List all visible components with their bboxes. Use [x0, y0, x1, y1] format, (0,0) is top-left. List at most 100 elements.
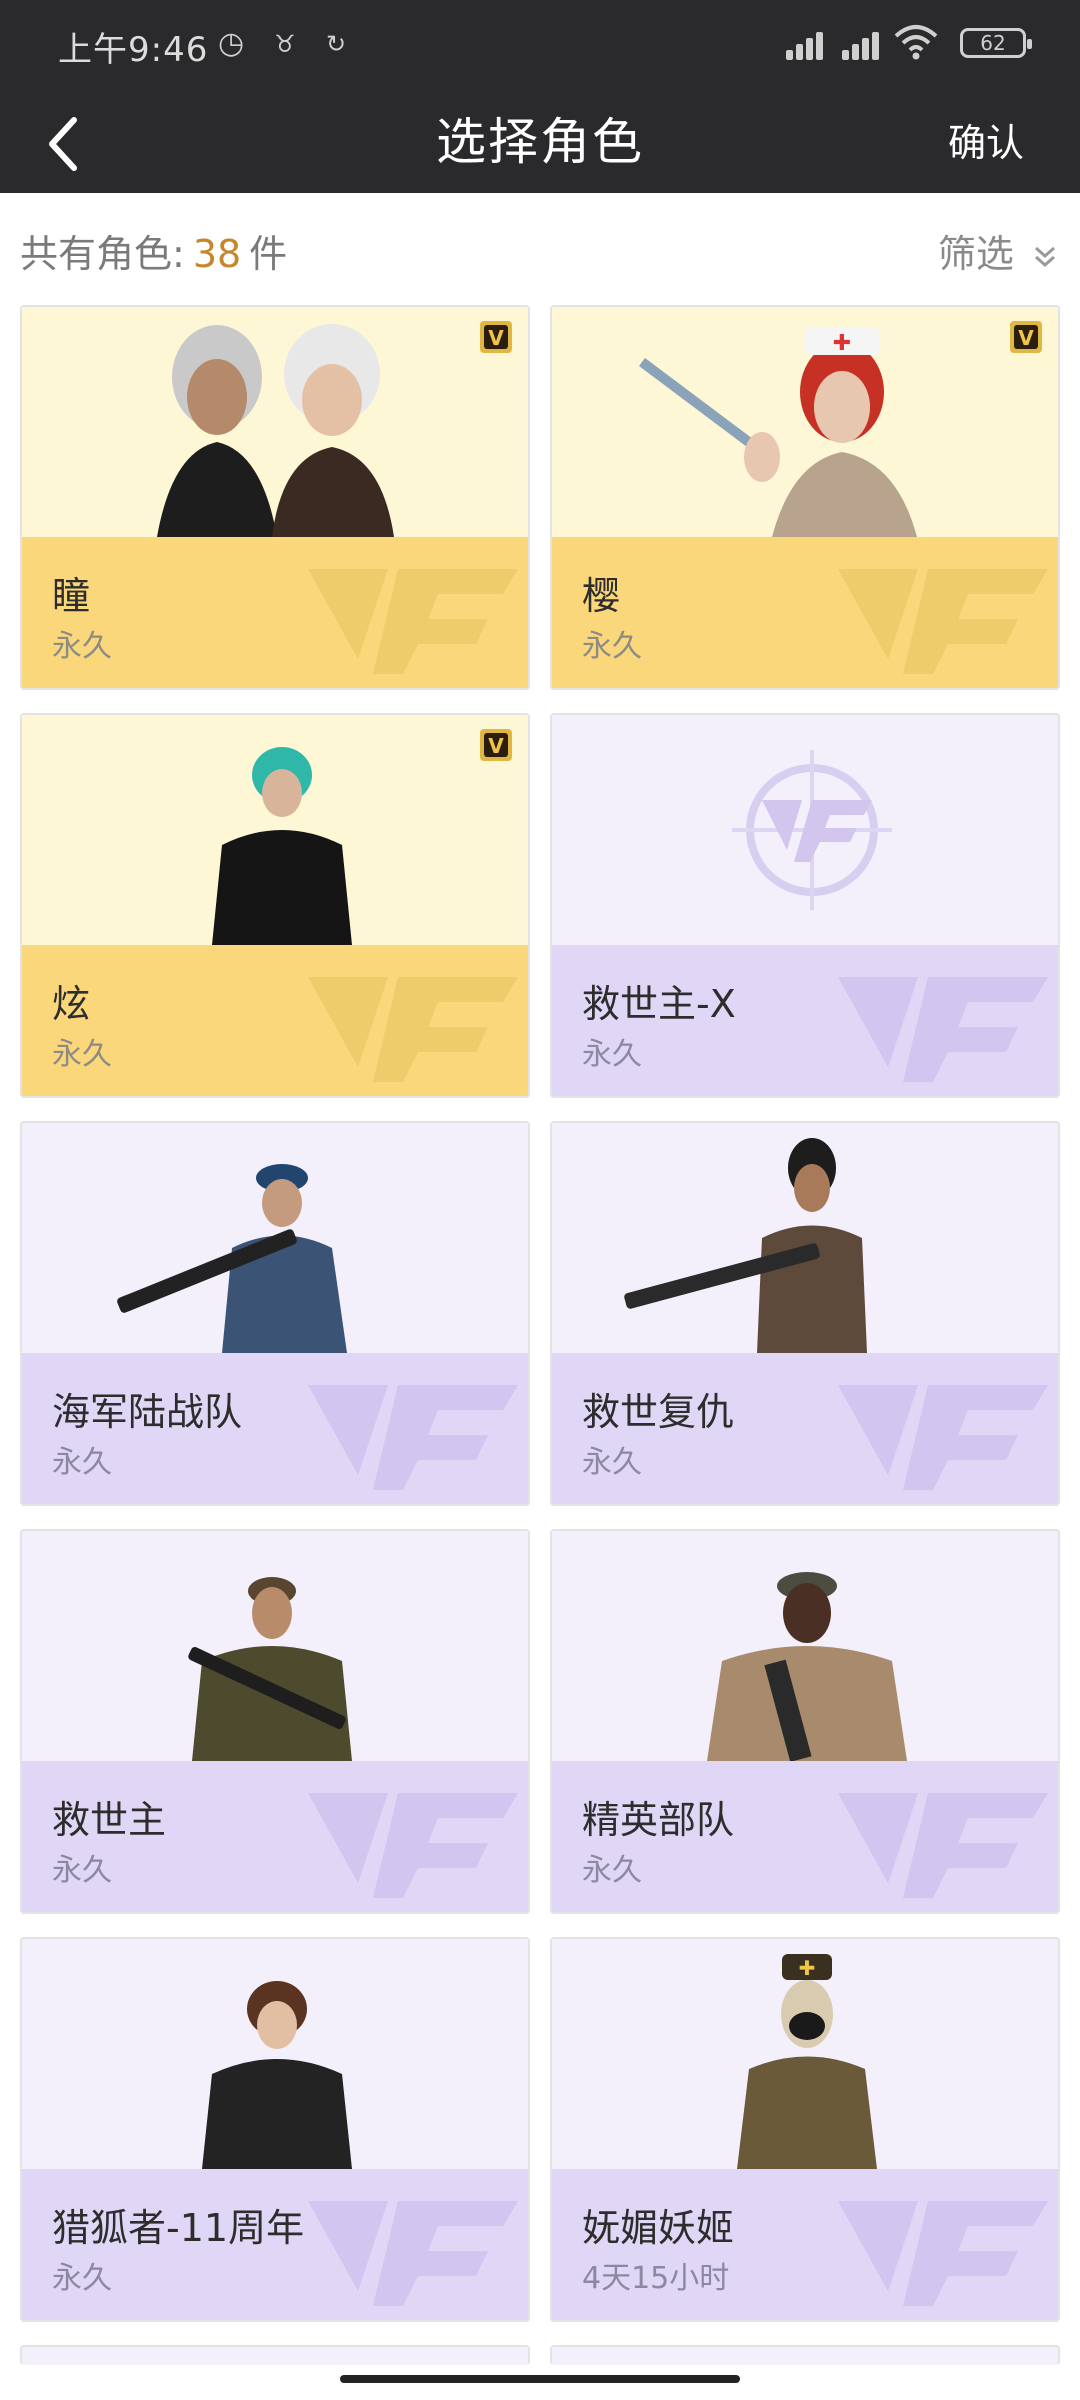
count-unit: 件 [249, 232, 288, 276]
role-card[interactable]: ✚ V 樱 永久 [550, 305, 1060, 690]
role-portrait [552, 2347, 1058, 2365]
role-info: 瞳 永久 [22, 537, 528, 688]
role-portrait [552, 1123, 1058, 1353]
role-portrait [552, 1531, 1058, 1761]
vip-badge-icon: V [480, 729, 512, 761]
svg-text:✚: ✚ [833, 331, 851, 356]
role-duration: 永久 [52, 1445, 112, 1480]
confirm-button[interactable]: 确认 [948, 112, 1024, 167]
home-indicator[interactable] [340, 2375, 740, 2383]
role-portrait: V [22, 715, 528, 945]
role-info: 海军陆战队 永久 [22, 1353, 528, 1504]
role-duration: 永久 [582, 1037, 642, 1072]
svg-text:V: V [488, 326, 504, 350]
notification-icon: ♉ [274, 30, 296, 58]
character-illustration [212, 747, 352, 945]
sync-icon: ↻ [326, 30, 347, 58]
role-name: 救世主-X [582, 982, 736, 1026]
role-card[interactable]: 精英部队 永久 [550, 1529, 1060, 1914]
role-name: 海军陆战队 [52, 1390, 243, 1434]
role-card[interactable]: V 瞳 永久 [20, 305, 530, 690]
character-illustration [157, 324, 394, 537]
role-card[interactable]: 救世主-X 永久 [550, 713, 1060, 1098]
role-card[interactable]: ✚ 妩媚妖姬 4天15小时 [550, 1937, 1060, 2322]
role-portrait: V [22, 307, 528, 537]
alarm-icon: ◷ [218, 26, 245, 61]
role-portrait: ✚ V [552, 307, 1058, 537]
role-duration: 永久 [582, 629, 642, 664]
svg-text:✚: ✚ [799, 1956, 816, 1980]
role-card-partial[interactable] [20, 2345, 530, 2365]
filter-label: 筛选 [937, 232, 1014, 276]
cf-emblem-placeholder-icon [732, 750, 892, 910]
filter-button[interactable]: 筛选 [938, 223, 1058, 278]
signal-icon [786, 30, 836, 60]
role-duration: 4天15小时 [582, 2261, 730, 2296]
role-portrait: ✚ [552, 1939, 1058, 2169]
role-count: 共有角色: 38 件 [20, 223, 287, 278]
role-name: 猎狐者-11周年 [52, 2206, 305, 2250]
role-info: 樱 永久 [552, 537, 1058, 688]
role-duration: 永久 [582, 1445, 642, 1480]
cf-watermark-icon [308, 1793, 518, 1898]
role-card[interactable]: 救世复仇 永久 [550, 1121, 1060, 1506]
character-illustration: ✚ [639, 327, 917, 537]
role-card[interactable]: V 炫 永久 [20, 713, 530, 1098]
signal-icon [842, 30, 892, 60]
role-portrait [22, 1939, 528, 2169]
role-portrait [552, 715, 1058, 945]
battery-indicator: 62 [960, 28, 1032, 58]
cf-watermark-icon [838, 2201, 1048, 2306]
role-duration: 永久 [582, 1853, 642, 1888]
wifi-icon [894, 25, 938, 60]
page-title: 选择角色 [436, 113, 644, 171]
role-duration: 永久 [52, 629, 112, 664]
role-card[interactable]: 海军陆战队 永久 [20, 1121, 530, 1506]
cf-watermark-icon [838, 569, 1048, 674]
role-duration: 永久 [52, 1037, 112, 1072]
role-portrait [22, 2347, 528, 2365]
cf-watermark-icon [308, 2201, 518, 2306]
role-name: 救世复仇 [582, 1390, 735, 1434]
role-portrait [22, 1531, 528, 1761]
role-duration: 永久 [52, 1853, 112, 1888]
role-name: 妩媚妖姬 [582, 2206, 735, 2250]
character-illustration [188, 1577, 352, 1761]
count-prefix: 共有角色: [20, 232, 185, 276]
status-bar: 上午9:46 ◷ ♉ ↻ 62 [0, 0, 1080, 90]
role-card[interactable]: 救世主 永久 [20, 1529, 530, 1914]
role-info: 救世主 永久 [22, 1761, 528, 1912]
role-info: 救世复仇 永久 [552, 1353, 1058, 1504]
role-name: 精英部队 [582, 1798, 735, 1842]
filter-chevron-icon [1035, 246, 1055, 267]
role-info: 救世主-X 永久 [552, 945, 1058, 1096]
role-name: 炫 [52, 982, 91, 1026]
vip-badge-icon: V [1010, 321, 1042, 353]
role-info: 炫 永久 [22, 945, 528, 1096]
role-info: 猎狐者-11周年 永久 [22, 2169, 528, 2320]
character-illustration: ✚ [737, 1954, 877, 2169]
role-portrait [22, 1123, 528, 1353]
count-value: 38 [192, 232, 242, 276]
role-info: 妩媚妖姬 4天15小时 [552, 2169, 1058, 2320]
role-name: 瞳 [52, 574, 91, 618]
character-illustration [707, 1572, 907, 1761]
cf-watermark-icon [838, 1385, 1048, 1490]
role-card[interactable]: 猎狐者-11周年 永久 [20, 1937, 530, 2322]
role-duration: 永久 [52, 2261, 112, 2296]
cf-watermark-icon [308, 977, 518, 1082]
role-info: 精英部队 永久 [552, 1761, 1058, 1912]
vip-badge-icon: V [480, 321, 512, 353]
list-summary: 共有角色: 38 件 筛选 [0, 193, 1080, 299]
character-illustration [117, 1164, 347, 1353]
character-illustration [202, 1981, 352, 2169]
nav-header: 选择角色 确认 [0, 90, 1080, 193]
character-illustration [624, 1138, 867, 1353]
svg-text:V: V [488, 734, 504, 758]
role-card-partial[interactable] [550, 2345, 1060, 2365]
top-bar: 上午9:46 ◷ ♉ ↻ 62 选择角色 确认 [0, 0, 1080, 193]
status-time: 上午9:46 [58, 30, 209, 70]
svg-text:V: V [1018, 326, 1034, 350]
role-name: 樱 [582, 574, 621, 618]
cf-watermark-icon [308, 1385, 518, 1490]
